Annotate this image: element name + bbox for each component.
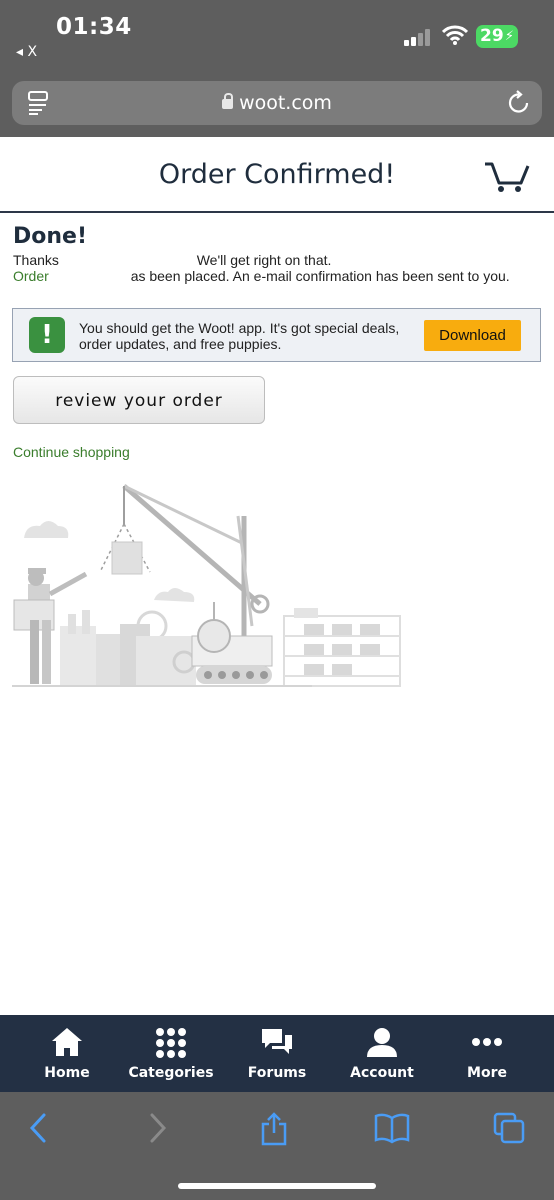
cellular-signal-icon bbox=[404, 28, 434, 46]
browser-top-bar: 01:34 ◂ X 29 ⚡ woot.com bbox=[0, 0, 554, 137]
tabs-icon[interactable] bbox=[493, 1112, 525, 1144]
wifi-icon bbox=[442, 25, 468, 45]
thanks-message: Thanks We'll get right on that. bbox=[13, 252, 331, 268]
battery-indicator: 29 ⚡ bbox=[476, 25, 518, 48]
continue-shopping-link[interactable]: Continue shopping bbox=[13, 444, 130, 460]
thanks-end: We'll get right on that. bbox=[196, 252, 332, 268]
order-message: Order as been placed. An e-mail confirma… bbox=[13, 268, 543, 284]
home-indicator bbox=[178, 1183, 376, 1189]
nav-forums[interactable]: Forums bbox=[224, 1015, 330, 1092]
more-icon bbox=[472, 1038, 502, 1046]
battery-level: 29 bbox=[480, 26, 504, 46]
grid-icon bbox=[156, 1028, 186, 1058]
nav-more-label: More bbox=[467, 1065, 507, 1081]
woot-app-icon: ! bbox=[29, 317, 65, 353]
download-app-button[interactable]: Download bbox=[424, 320, 521, 351]
nav-account[interactable]: Account bbox=[329, 1015, 435, 1092]
chat-icon bbox=[262, 1029, 292, 1054]
page-title: Order Confirmed! bbox=[158, 159, 396, 190]
reader-view-icon[interactable] bbox=[28, 91, 50, 115]
nav-more[interactable]: More bbox=[434, 1015, 540, 1092]
lock-icon bbox=[222, 93, 234, 109]
charging-bolt-icon: ⚡ bbox=[504, 29, 514, 44]
user-icon bbox=[367, 1028, 397, 1057]
app-promo-banner: ! You should get the Woot! app. It's got… bbox=[12, 308, 541, 362]
nav-categories[interactable]: Categories bbox=[118, 1015, 224, 1092]
home-icon bbox=[52, 1028, 82, 1056]
share-icon[interactable] bbox=[259, 1112, 289, 1146]
nav-home-label: Home bbox=[44, 1065, 90, 1081]
app-promo-text: You should get the Woot! app. It's got s… bbox=[79, 320, 400, 352]
thanks-start: Thanks bbox=[13, 252, 59, 268]
forward-icon[interactable] bbox=[146, 1112, 170, 1144]
nav-home[interactable]: Home bbox=[14, 1015, 120, 1092]
url-text-wrap: woot.com bbox=[12, 92, 542, 114]
back-to-app-link[interactable]: ◂ X bbox=[16, 44, 37, 60]
bookmarks-icon[interactable] bbox=[374, 1112, 410, 1144]
url-text: woot.com bbox=[239, 92, 332, 114]
construction-illustration bbox=[12, 484, 401, 687]
back-icon[interactable] bbox=[26, 1112, 50, 1144]
nav-forums-label: Forums bbox=[247, 1065, 307, 1081]
review-order-button[interactable]: review your order bbox=[13, 376, 265, 424]
status-time: 01:34 bbox=[56, 14, 132, 40]
nav-account-label: Account bbox=[350, 1065, 414, 1081]
nav-categories-label: Categories bbox=[128, 1065, 214, 1081]
page-header: Order Confirmed! bbox=[0, 137, 554, 213]
order-rest: as been placed. An e-mail confirmation h… bbox=[130, 268, 510, 284]
reload-icon[interactable] bbox=[507, 90, 531, 116]
order-link[interactable]: Order bbox=[13, 268, 49, 284]
woot-bottom-nav: Home Categories Forums Account More bbox=[0, 1015, 554, 1092]
cart-icon[interactable] bbox=[484, 161, 530, 193]
url-bar[interactable]: woot.com bbox=[12, 81, 542, 125]
done-heading: Done! bbox=[13, 224, 87, 249]
